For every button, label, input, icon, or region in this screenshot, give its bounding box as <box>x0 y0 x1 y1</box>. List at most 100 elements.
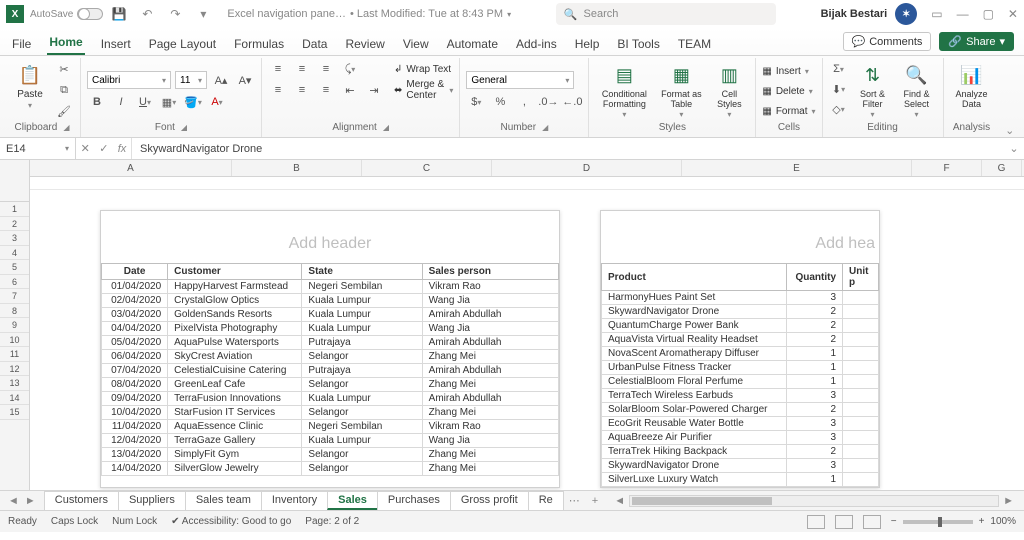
normal-view-icon[interactable] <box>807 515 825 529</box>
zoom-in-icon[interactable]: + <box>979 516 985 527</box>
sort-filter-button[interactable]: ⇅Sort & Filter▾ <box>853 60 893 119</box>
comma-format-icon[interactable]: , <box>514 93 534 111</box>
table-row[interactable]: 08/04/2020GreenLeaf CafeSelangorZhang Me… <box>102 378 559 392</box>
tab-help[interactable]: Help <box>573 33 602 55</box>
row-header[interactable]: 9 <box>0 318 29 333</box>
row-header[interactable]: 10 <box>0 333 29 348</box>
close-icon[interactable]: ✕ <box>1008 7 1018 21</box>
row-header[interactable]: 2 <box>0 217 29 232</box>
dialog-launcher-icon[interactable]: ◢ <box>181 123 187 132</box>
row-header[interactable]: 5 <box>0 260 29 275</box>
minimize-icon[interactable]: — <box>957 7 969 21</box>
cell-styles-button[interactable]: ▥Cell Styles▾ <box>709 60 749 119</box>
col-header-f[interactable]: F <box>912 160 982 176</box>
table-row[interactable]: SilverLuxe Luxury Watch1 <box>602 473 879 487</box>
fx-icon[interactable]: fx <box>118 143 127 155</box>
cut-icon[interactable]: ✂ <box>54 60 74 78</box>
hscroll-right-icon[interactable]: ► <box>999 495 1018 507</box>
align-bottom-icon[interactable]: ≡ <box>316 60 336 78</box>
analyze-data-button[interactable]: 📊Analyze Data <box>950 60 994 109</box>
format-cells-button[interactable]: ▦ Format ▾ <box>762 102 815 120</box>
dialog-launcher-icon[interactable]: ◢ <box>542 123 548 132</box>
row-header[interactable]: 6 <box>0 275 29 290</box>
row-header[interactable]: 8 <box>0 304 29 319</box>
col-header-a[interactable]: A <box>30 160 232 176</box>
col-header-b[interactable]: B <box>232 160 362 176</box>
table-row[interactable]: 12/04/2020TerraGaze GalleryKuala LumpurW… <box>102 434 559 448</box>
fill-icon[interactable]: ⬇▾ <box>829 80 849 98</box>
search-input[interactable]: 🔍 Search <box>556 3 776 25</box>
merge-center-button[interactable]: ⬌ Merge & Center ▾ <box>394 81 453 99</box>
table-row[interactable]: 05/04/2020AquaPulse WatersportsPutrajaya… <box>102 336 559 350</box>
italic-icon[interactable]: I <box>111 93 131 111</box>
add-header-placeholder-2[interactable]: Add hea <box>601 235 879 263</box>
table-row[interactable]: UrbanPulse Fitness Tracker1 <box>602 361 879 375</box>
align-middle-icon[interactable]: ≡ <box>292 60 312 78</box>
increase-decimal-icon[interactable]: .0→ <box>538 93 558 111</box>
table-row[interactable]: 09/04/2020TerraFusion InnovationsKuala L… <box>102 392 559 406</box>
name-box[interactable]: E14▾ <box>0 138 76 159</box>
dialog-launcher-icon[interactable]: ◢ <box>63 123 69 132</box>
table-row[interactable]: TerraTrek Hiking Backpack2 <box>602 445 879 459</box>
row-header[interactable]: 7 <box>0 289 29 304</box>
tab-add-ins[interactable]: Add-ins <box>514 33 559 55</box>
insert-cells-button[interactable]: ▦ Insert ▾ <box>762 62 808 80</box>
zoom-slider[interactable] <box>903 520 973 524</box>
tab-formulas[interactable]: Formulas <box>232 33 286 55</box>
border-icon[interactable]: ▦▾ <box>159 93 179 111</box>
table-row[interactable]: 04/04/2020PixelVista PhotographyKuala Lu… <box>102 322 559 336</box>
comments-button[interactable]: 💬 Comments <box>843 32 932 51</box>
toggle-off-icon[interactable] <box>77 8 103 20</box>
table-header[interactable]: Date <box>102 264 168 280</box>
scrollbar-thumb[interactable] <box>632 497 772 505</box>
table-header[interactable]: State <box>302 264 422 280</box>
table-header[interactable]: Quantity <box>787 264 843 291</box>
row-header[interactable]: 3 <box>0 231 29 246</box>
clear-icon[interactable]: ◇▾ <box>829 100 849 118</box>
decrease-indent-icon[interactable]: ⇤ <box>340 81 360 99</box>
save-icon[interactable]: 💾 <box>109 4 129 24</box>
copy-icon[interactable]: ⧉ <box>54 81 74 99</box>
font-size-select[interactable]: 11▾ <box>175 71 207 89</box>
table-row[interactable]: SkywardNavigator Drone2 <box>602 305 879 319</box>
font-color-icon[interactable]: A▾ <box>207 93 227 111</box>
table-row[interactable]: 06/04/2020SkyCrest AviationSelangorZhang… <box>102 350 559 364</box>
row-header[interactable]: 4 <box>0 246 29 261</box>
dialog-launcher-icon[interactable]: ◢ <box>383 123 389 132</box>
table-row[interactable]: 14/04/2020SilverGlow JewelrySelangorZhan… <box>102 462 559 476</box>
enter-formula-icon[interactable]: ✓ <box>99 142 108 155</box>
user-account[interactable]: Bijak Bestari ✶ <box>821 3 918 25</box>
number-format-select[interactable]: General▾ <box>466 71 574 89</box>
sheet-tab-sales-team[interactable]: Sales team <box>185 491 262 510</box>
percent-format-icon[interactable]: % <box>490 93 510 111</box>
row-header[interactable]: 11 <box>0 347 29 362</box>
table-row[interactable]: HarmonyHues Paint Set3 <box>602 291 879 305</box>
cancel-formula-icon[interactable]: ✕ <box>81 142 90 155</box>
tab-page-layout[interactable]: Page Layout <box>147 33 218 55</box>
formula-input[interactable]: SkywardNavigator Drone <box>132 143 1004 155</box>
sheet-nav-next-icon[interactable]: ► <box>25 495 36 507</box>
table-row[interactable]: CelestialBloom Floral Perfume1 <box>602 375 879 389</box>
col-header-g[interactable]: G <box>982 160 1022 176</box>
align-center-icon[interactable]: ≡ <box>292 81 312 99</box>
sheet-scroll-right-icon[interactable]: ⋯ <box>563 494 586 507</box>
tab-review[interactable]: Review <box>343 33 386 55</box>
table-row[interactable]: EcoGrit Reusable Water Bottle3 <box>602 417 879 431</box>
sheet-nav-prev-icon[interactable]: ◄ <box>8 495 19 507</box>
accounting-format-icon[interactable]: $▾ <box>466 93 486 111</box>
format-as-table-button[interactable]: ▦Format as Table▾ <box>657 60 705 119</box>
font-name-select[interactable]: Calibri▾ <box>87 71 171 89</box>
align-top-icon[interactable]: ≡ <box>268 60 288 78</box>
row-header[interactable]: 12 <box>0 362 29 377</box>
chevron-down-icon[interactable]: ▾ <box>507 10 511 19</box>
tab-insert[interactable]: Insert <box>99 33 133 55</box>
align-right-icon[interactable]: ≡ <box>316 81 336 99</box>
table-row[interactable]: TerraTech Wireless Earbuds3 <box>602 389 879 403</box>
delete-cells-button[interactable]: ▦ Delete ▾ <box>762 82 812 100</box>
sales-table[interactable]: DateCustomerStateSales person 01/04/2020… <box>101 263 559 476</box>
decrease-decimal-icon[interactable]: ←.0 <box>562 93 582 111</box>
horizontal-scrollbar[interactable] <box>629 495 999 507</box>
expand-formula-bar-icon[interactable]: ⌄ <box>1004 142 1024 155</box>
share-button[interactable]: 🔗 Share ▾ <box>939 32 1014 51</box>
find-select-button[interactable]: 🔍Find & Select▾ <box>897 60 937 119</box>
